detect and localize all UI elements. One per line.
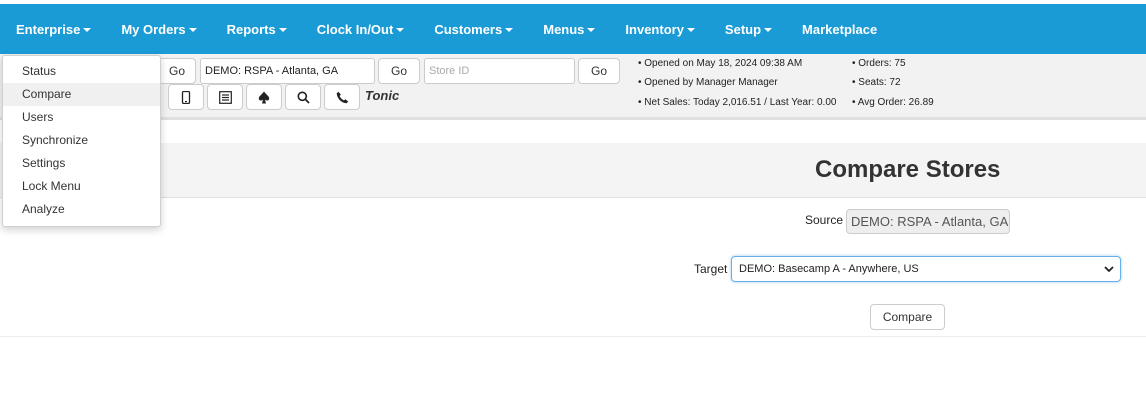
top-navbar: Enterprise My Orders Reports Clock In/Ou… xyxy=(0,4,1146,54)
enterprise-dropdown-menu: Status Compare Users Synchronize Setting… xyxy=(2,55,161,227)
caret-down-icon xyxy=(587,27,596,32)
nav-label: Enterprise xyxy=(16,21,81,37)
chevron-down-icon xyxy=(1104,266,1114,273)
compare-button[interactable]: Compare xyxy=(870,304,945,330)
divider xyxy=(0,336,1146,337)
phone-icon[interactable] xyxy=(324,84,360,110)
nav-label: Menus xyxy=(543,21,585,37)
go-store-button[interactable]: Go xyxy=(378,58,420,84)
caret-down-icon xyxy=(396,27,405,32)
nav-label: My Orders xyxy=(121,21,186,37)
menu-item-lock-menu[interactable]: Lock Menu xyxy=(3,175,160,198)
caret-down-icon xyxy=(505,27,514,32)
nav-label: Marketplace xyxy=(802,21,878,37)
net-sales-text: • Net Sales: Today 2,016.51 / Last Year:… xyxy=(638,97,837,108)
nav-menus[interactable]: Menus xyxy=(543,21,596,37)
go-store-id-button[interactable]: Go xyxy=(578,58,620,84)
store-select-field[interactable]: DEMO: RSPA - Atlanta, GA xyxy=(200,58,375,84)
menu-item-users[interactable]: Users xyxy=(3,106,160,129)
menu-item-settings[interactable]: Settings xyxy=(3,152,160,175)
nav-marketplace[interactable]: Marketplace xyxy=(802,22,877,37)
source-field: DEMO: RSPA - Atlanta, GA xyxy=(846,209,1010,234)
menu-item-analyze[interactable]: Analyze xyxy=(3,198,160,221)
page-title: Compare Stores xyxy=(815,156,1001,183)
nav-setup[interactable]: Setup xyxy=(724,21,773,37)
nav-label: Reports xyxy=(226,21,276,37)
opened-by-text: • Opened by Manager Manager xyxy=(638,77,778,88)
mobile-icon[interactable] xyxy=(168,84,204,110)
caret-down-icon xyxy=(764,27,773,32)
seats-text: • Seats: 72 xyxy=(852,77,901,88)
toolbar: Go DEMO: RSPA - Atlanta, GA Go Store ID … xyxy=(0,54,1146,120)
nav-enterprise[interactable]: Enterprise xyxy=(16,21,92,37)
opened-on-text: • Opened on May 18, 2024 09:38 AM xyxy=(638,58,803,69)
nav-label: Setup xyxy=(724,21,762,37)
nav-my-orders[interactable]: My Orders xyxy=(121,21,197,37)
nav-clock-in-out[interactable]: Clock In/Out xyxy=(317,22,405,37)
avg-order-text: • Avg Order: 26.89 xyxy=(852,97,934,108)
nav-customers[interactable]: Customers xyxy=(434,21,514,37)
caret-down-icon xyxy=(686,27,695,32)
orders-text: • Orders: 75 xyxy=(852,58,906,69)
caret-down-icon xyxy=(278,27,287,32)
spade-icon[interactable] xyxy=(246,84,282,110)
nav-label: Customers xyxy=(434,21,503,37)
caret-down-icon xyxy=(83,27,92,32)
target-select-value: DEMO: Basecamp A - Anywhere, US xyxy=(739,263,919,275)
nav-label: Clock In/Out xyxy=(316,21,394,37)
menu-item-compare[interactable]: Compare xyxy=(3,83,160,106)
nav-inventory[interactable]: Inventory xyxy=(625,22,695,37)
go-button[interactable]: Go xyxy=(158,58,196,84)
list-icon[interactable] xyxy=(207,84,243,110)
store-id-input[interactable]: Store ID xyxy=(424,58,575,84)
tonic-label: Tonic xyxy=(365,88,400,103)
menu-item-synchronize[interactable]: Synchronize xyxy=(3,129,160,152)
target-select[interactable]: DEMO: Basecamp A - Anywhere, US xyxy=(731,256,1121,282)
target-label: Target xyxy=(694,262,728,276)
menu-item-status[interactable]: Status xyxy=(3,60,160,83)
source-label: Source xyxy=(805,213,844,227)
search-icon[interactable] xyxy=(285,84,321,110)
caret-down-icon xyxy=(188,27,197,32)
nav-reports[interactable]: Reports xyxy=(227,22,287,37)
nav-label: Inventory xyxy=(625,21,684,37)
